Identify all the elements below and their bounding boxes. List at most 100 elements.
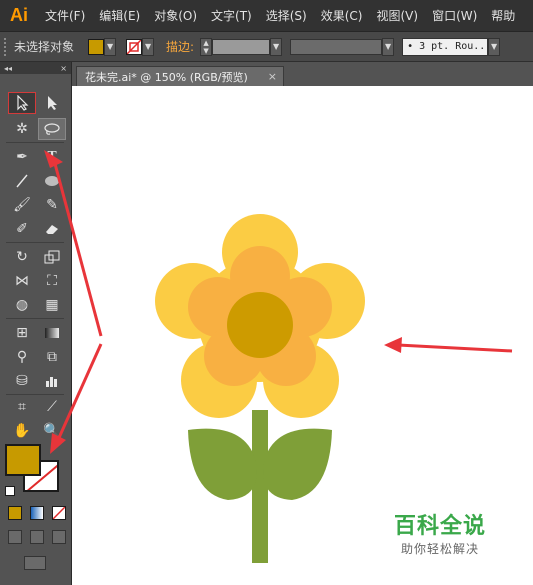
line-segment-icon <box>16 174 28 188</box>
watermark: 百科全说 助你轻松解决 <box>385 508 495 557</box>
width-tool[interactable]: ⋈ <box>8 270 36 292</box>
ellipse-icon <box>45 176 59 186</box>
fill-swatch[interactable] <box>88 38 105 55</box>
stroke-label: 描边: <box>166 40 195 54</box>
blend-icon: ⧉ <box>47 349 57 365</box>
close-icon[interactable]: × <box>60 64 67 73</box>
perspective-grid-tool[interactable]: ▦ <box>38 294 66 316</box>
document-title: 花未完.ai* @ 150% (RGB/预览) <box>85 70 248 84</box>
blob-brush-icon: ✐ <box>16 221 28 237</box>
draw-behind-button[interactable] <box>30 530 44 544</box>
column-graph-tool[interactable] <box>38 370 66 392</box>
menu-help[interactable]: 帮助 <box>484 7 522 24</box>
magic-wand-tool[interactable]: ✲ <box>8 118 36 140</box>
stroke-weight-field[interactable] <box>212 38 271 55</box>
artboard-icon: ⌗ <box>18 399 26 415</box>
mesh-tool[interactable]: ⊞ <box>8 322 36 344</box>
menu-window[interactable]: 窗口(W) <box>425 7 484 24</box>
menu-file[interactable]: 文件(F) <box>38 7 92 24</box>
direct-select-arrow-icon <box>48 96 57 110</box>
selection-arrow-icon <box>17 95 29 111</box>
selection-tool[interactable] <box>8 92 36 114</box>
close-tab-icon[interactable]: × <box>268 70 277 83</box>
default-colors-icon[interactable] <box>5 486 15 496</box>
scale-tool[interactable] <box>38 246 66 268</box>
slice-icon: ⟋ <box>47 399 57 415</box>
pencil-icon: ✎ <box>46 197 58 213</box>
zoom-tool[interactable]: 🔍 <box>38 420 66 442</box>
brush-definition-field[interactable]: • 3 pt. Rou... <box>402 37 489 56</box>
selection-status: 未选择对象 <box>14 40 75 54</box>
stroke-weight-dropdown[interactable]: ▼ <box>270 37 283 56</box>
hand-tool[interactable]: ✋ <box>8 420 36 442</box>
brush-dropdown[interactable]: ▼ <box>488 37 501 56</box>
pencil-tool[interactable]: ✎ <box>38 194 66 216</box>
menu-select[interactable]: 选择(S) <box>259 7 314 24</box>
variable-width-dropdown[interactable]: ▼ <box>382 37 395 56</box>
screen-mode-button[interactable] <box>24 556 46 570</box>
document-tab[interactable]: 花未完.ai* @ 150% (RGB/预览) × <box>76 66 284 86</box>
direct-selection-tool[interactable] <box>38 92 66 114</box>
none-icon <box>53 507 65 519</box>
draw-normal-button[interactable] <box>8 530 22 544</box>
menu-edit[interactable]: 编辑(E) <box>92 7 147 24</box>
mesh-icon: ⊞ <box>16 325 28 341</box>
lasso-icon <box>44 123 60 135</box>
scale-icon <box>44 250 60 264</box>
magic-wand-icon: ✲ <box>16 121 28 137</box>
blob-brush-tool[interactable]: ✐ <box>8 218 36 240</box>
menu-view[interactable]: 视图(V) <box>369 7 425 24</box>
eraser-icon <box>46 225 58 234</box>
ellipse-tool[interactable] <box>38 170 66 192</box>
paintbrush-icon: 🖌 <box>13 197 31 213</box>
variable-width-field[interactable] <box>290 38 383 55</box>
artboard-tool[interactable]: ⌗ <box>8 396 36 418</box>
type-tool[interactable]: T <box>38 146 66 168</box>
collapse-icon[interactable]: ◂◂ <box>4 64 12 73</box>
pen-tool[interactable]: ✒ <box>8 146 36 168</box>
gradient-icon <box>45 328 59 338</box>
control-bar: 未选择对象 ▼ ▼ 描边: ▲ ▼ ▼ ▼ • 3 pt. Rou... ▼ <box>0 32 533 62</box>
eraser-tool[interactable] <box>38 218 66 240</box>
gradient-tool[interactable] <box>38 322 66 344</box>
free-transform-tool[interactable]: ⛶ <box>38 270 66 292</box>
none-mode-swatch[interactable] <box>52 506 66 520</box>
lasso-tool[interactable] <box>38 118 66 140</box>
color-mode-swatch[interactable] <box>8 506 22 520</box>
menu-type[interactable]: 文字(T) <box>204 7 259 24</box>
free-transform-icon: ⛶ <box>47 273 57 289</box>
eyedropper-tool[interactable]: ⚲ <box>8 346 36 368</box>
stroke-weight-spinner[interactable]: ▲ ▼ <box>200 37 213 56</box>
eyedropper-icon: ⚲ <box>16 349 28 365</box>
fill-color-box[interactable] <box>5 444 41 476</box>
stroke-swatch[interactable] <box>126 38 143 55</box>
menu-bar: Ai 文件(F) 编辑(E) 对象(O) 文字(T) 选择(S) 效果(C) 视… <box>0 0 533 32</box>
slice-tool[interactable]: ⟋ <box>38 396 66 418</box>
hand-icon: ✋ <box>13 423 31 439</box>
tool-divider <box>6 318 64 319</box>
watermark-subtitle: 助你轻松解决 <box>400 542 479 556</box>
app-logo: Ai <box>10 5 28 25</box>
line-tool[interactable] <box>8 170 36 192</box>
symbol-sprayer-tool[interactable]: ⛁ <box>8 370 36 392</box>
perspective-grid-icon: ▦ <box>45 297 59 313</box>
rotate-icon: ↻ <box>16 249 28 265</box>
draw-inside-button[interactable] <box>52 530 66 544</box>
none-stroke-icon <box>127 39 142 54</box>
shape-builder-tool[interactable]: ◍ <box>8 294 36 316</box>
tool-divider <box>6 394 64 395</box>
fill-dropdown[interactable]: ▼ <box>104 37 117 56</box>
tool-divider <box>6 242 64 243</box>
width-icon: ⋈ <box>15 273 29 289</box>
stroke-dropdown[interactable]: ▼ <box>142 37 155 56</box>
pen-icon: ✒ <box>16 149 28 165</box>
gradient-mode-swatch[interactable] <box>30 506 44 520</box>
menu-effect[interactable]: 效果(C) <box>314 7 370 24</box>
paintbrush-tool[interactable]: 🖌 <box>8 194 36 216</box>
blend-tool[interactable]: ⧉ <box>38 346 66 368</box>
rotate-tool[interactable]: ↻ <box>8 246 36 268</box>
watermark-title: 百科全说 <box>393 514 486 539</box>
shape-builder-icon: ◍ <box>15 297 29 313</box>
menu-object[interactable]: 对象(O) <box>147 7 204 24</box>
panel-grip[interactable] <box>4 37 10 56</box>
